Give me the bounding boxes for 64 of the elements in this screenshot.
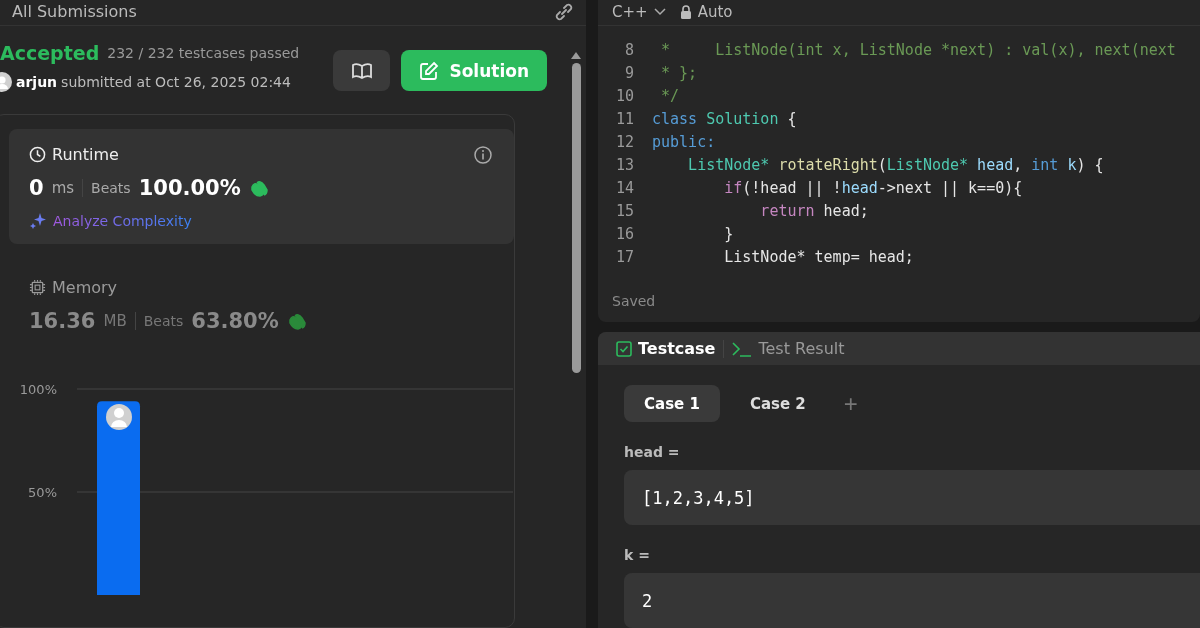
submission-time: submitted at Oct 26, 2025 02:44	[61, 74, 291, 90]
line-number: 12	[614, 132, 635, 151]
lock-icon	[679, 5, 692, 19]
line-number: 15	[614, 201, 635, 220]
book-icon	[350, 61, 373, 80]
code-line: * ListNode(int x, ListNode *next) : val(x), next(next	[660, 40, 1176, 59]
axis-tick-label: 50%	[28, 485, 57, 500]
username[interactable]: arjun	[16, 74, 58, 90]
runtime-card[interactable]: Runtime 0 ms Beats 100.00% Analyze Complexity	[9, 129, 514, 244]
code-line: }	[723, 224, 734, 243]
line-number: 13	[614, 155, 635, 174]
clock-icon	[29, 146, 46, 163]
line-number: 9	[623, 63, 635, 82]
save-status: Saved	[611, 292, 657, 309]
chevron-down-icon[interactable]	[653, 8, 666, 16]
info-icon	[474, 145, 492, 164]
case-tab[interactable]: Case 2	[729, 385, 826, 422]
chip-icon	[29, 279, 46, 296]
avatar	[106, 404, 132, 430]
code-line: class Solution {	[652, 109, 797, 128]
case-tab[interactable]: Case 1	[624, 385, 720, 422]
code-line: ListNode* temp= head;	[723, 247, 914, 266]
line-number: 8	[623, 40, 635, 59]
mode-label: Auto	[697, 3, 733, 21]
code-line: */	[660, 86, 680, 105]
stat-unit: ms	[51, 179, 75, 197]
beats-percent: 100.00%	[138, 176, 241, 200]
code-line: if(!head || !head->next || k==0){	[723, 178, 1023, 197]
line-number: 11	[614, 109, 635, 128]
line-number: 17	[614, 247, 635, 266]
input-field[interactable]: [1,2,3,4,5]	[624, 470, 1200, 525]
beats-percent: 63.80%	[191, 309, 279, 333]
code-line: public:	[652, 132, 716, 151]
editorial-button[interactable]	[333, 50, 391, 91]
checkbox-icon	[616, 340, 632, 357]
edit-icon	[419, 60, 440, 81]
status-label: Accepted	[0, 42, 100, 64]
input-label: head =	[624, 444, 681, 460]
axis-tick-label: 100%	[19, 382, 57, 397]
line-number: 14	[614, 178, 635, 197]
line-number: 10	[614, 86, 635, 105]
sparkle-icon	[29, 212, 47, 230]
code-line: ListNode* rotateRight(ListNode* head, int k) {	[687, 155, 1104, 174]
code-line: return head;	[759, 201, 869, 220]
link-icon[interactable]	[554, 3, 574, 21]
language-selector[interactable]: C++	[612, 3, 648, 21]
console-tab[interactable]: Testcase	[616, 339, 716, 358]
stat-title: Runtime	[52, 145, 119, 164]
stat-value: 16.36	[29, 309, 96, 333]
input-label: k =	[624, 547, 651, 563]
console-tab[interactable]: Test Result	[732, 339, 845, 358]
scroll-up-arrow-icon[interactable]	[571, 52, 581, 59]
code-line: * };	[660, 63, 698, 82]
input-field[interactable]: 2	[624, 573, 1200, 628]
panel-title: All Submissions	[12, 2, 137, 21]
stat-value: 0	[29, 176, 44, 200]
stat-unit: MB	[103, 312, 127, 330]
stat-title: Memory	[52, 278, 118, 297]
terminal-icon	[732, 340, 753, 357]
testcases-passed: 232 / 232 testcases passed	[107, 45, 300, 61]
memory-card[interactable]: Memory 16.36 MB Beats 63.80%	[9, 262, 514, 347]
beats-label: Beats	[143, 313, 184, 329]
line-number: 16	[614, 224, 635, 243]
beats-label: Beats	[91, 180, 131, 196]
